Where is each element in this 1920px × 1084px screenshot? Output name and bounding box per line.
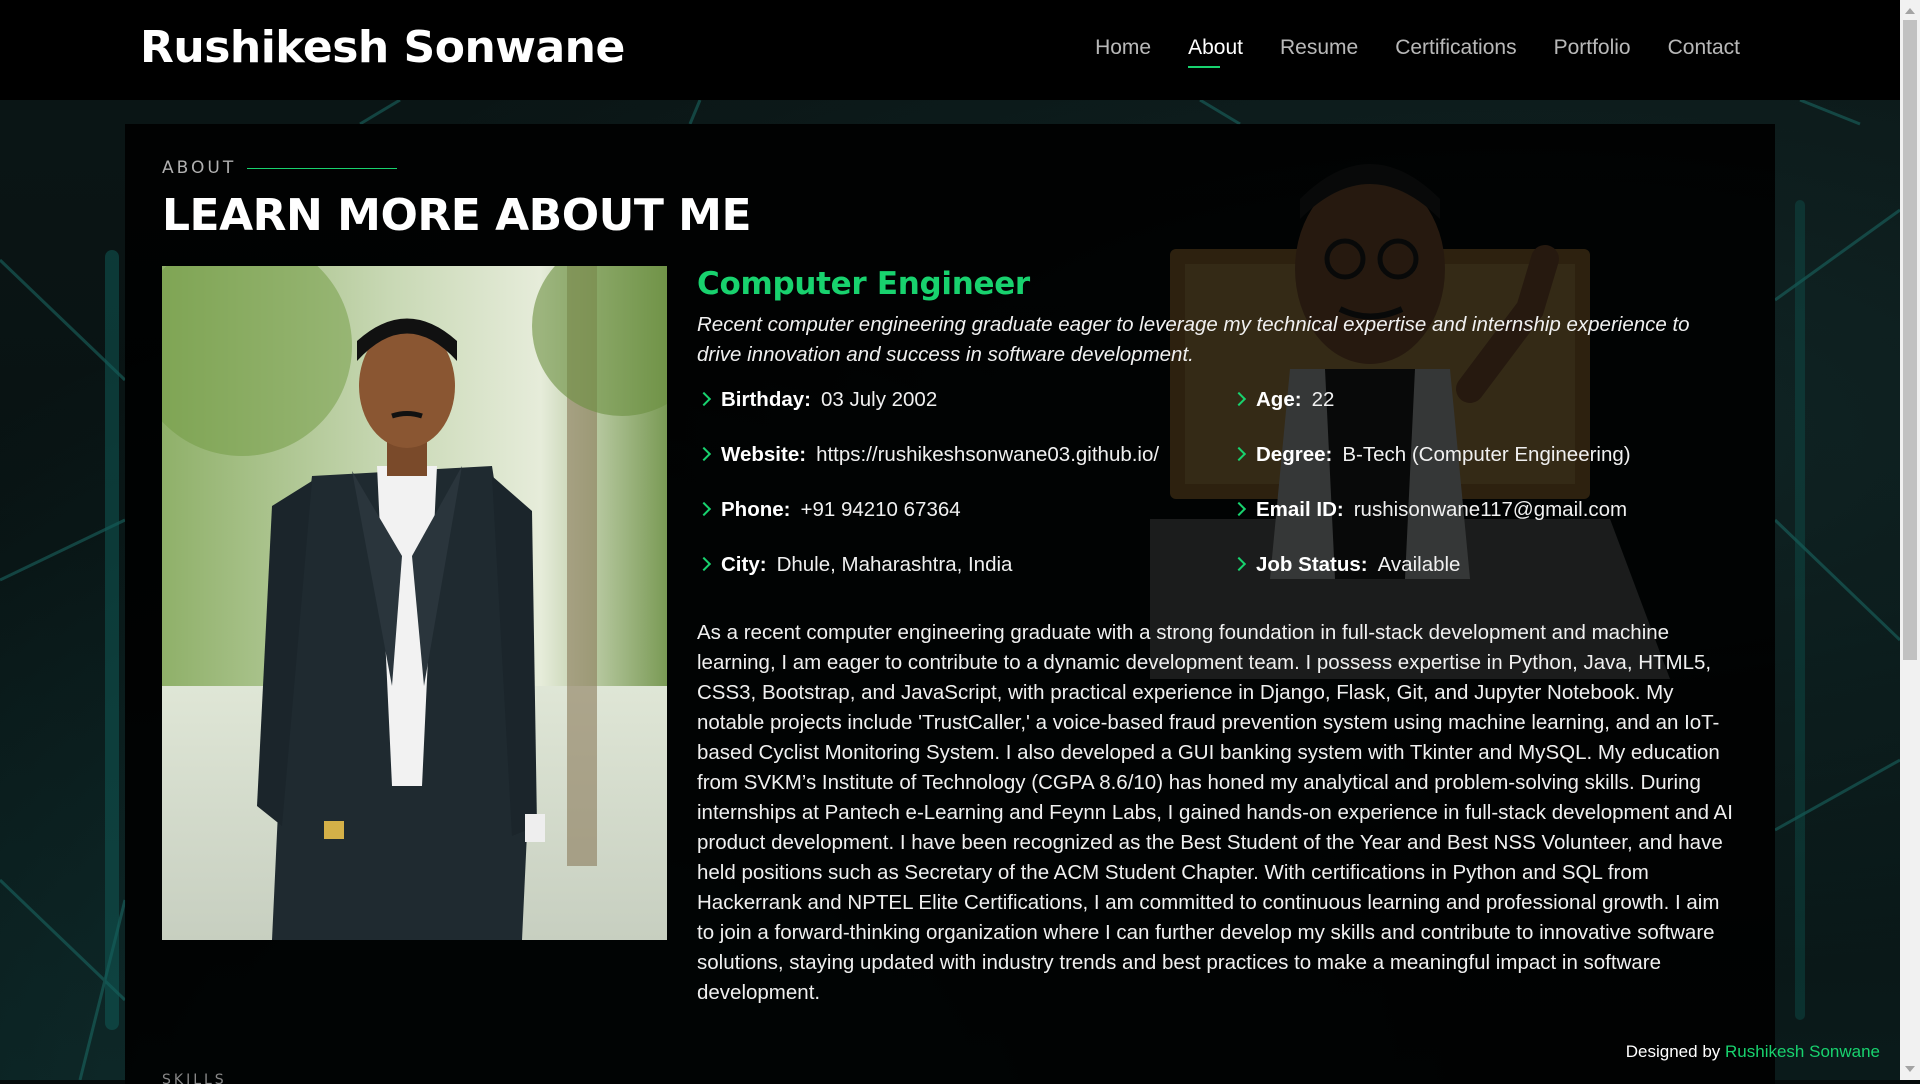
chevron-right-icon bbox=[697, 557, 711, 571]
fact-age-key: Age: bbox=[1256, 388, 1302, 411]
fact-degree: Degree: B-Tech (Computer Engineering) bbox=[1232, 443, 1631, 467]
fact-phone-key: Phone: bbox=[721, 498, 790, 521]
fact-birthday-value: 03 July 2002 bbox=[821, 388, 937, 411]
tagline: Recent computer engineering graduate eag… bbox=[697, 310, 1722, 370]
scrollbar-thumb[interactable] bbox=[1903, 20, 1917, 660]
nav-about[interactable]: About bbox=[1188, 36, 1243, 60]
fact-email-key: Email ID: bbox=[1256, 498, 1344, 521]
fact-website-key: Website: bbox=[721, 443, 806, 466]
fact-degree-key: Degree: bbox=[1256, 443, 1332, 466]
fact-email: Email ID: rushisonwane117@gmail.com bbox=[1232, 498, 1627, 522]
fact-city: City: Dhule, Maharashtra, India bbox=[697, 553, 1012, 577]
nav-home[interactable]: Home bbox=[1095, 36, 1151, 60]
fact-website: Website: https://rushikeshsonwane03.githu… bbox=[697, 443, 1159, 467]
fact-age: Age: 22 bbox=[1232, 388, 1334, 412]
chevron-right-icon bbox=[1232, 502, 1246, 516]
footer-prefix: Designed by bbox=[1626, 1042, 1721, 1061]
fact-website-value[interactable]: https://rushikeshsonwane03.github.io/ bbox=[816, 443, 1159, 466]
nav-portfolio[interactable]: Portfolio bbox=[1554, 36, 1631, 60]
nav-contact[interactable]: Contact bbox=[1668, 36, 1740, 60]
site-header: Rushikesh Sonwane Home About Resume Cert… bbox=[0, 0, 1900, 100]
chevron-right-icon bbox=[697, 447, 711, 461]
scroll-up-arrow-icon[interactable] bbox=[1905, 8, 1915, 14]
chevron-right-icon bbox=[1232, 557, 1246, 571]
role-title: Computer Engineer bbox=[697, 266, 1737, 302]
profile-photo bbox=[162, 266, 667, 940]
fact-phone: Phone: +91 94210 67364 bbox=[697, 498, 961, 522]
personal-details: Birthday: 03 July 2002 Age: 22 Website: htt… bbox=[697, 388, 1737, 618]
chevron-right-icon bbox=[1232, 447, 1246, 461]
nav-certifications[interactable]: Certifications bbox=[1395, 36, 1516, 60]
fact-job-status-value: Available bbox=[1378, 553, 1461, 576]
fact-email-value: rushisonwane117@gmail.com bbox=[1354, 498, 1627, 521]
section-title: LEARN MORE ABOUT ME bbox=[162, 190, 751, 241]
scroll-down-arrow-icon[interactable] bbox=[1905, 1066, 1915, 1072]
fact-city-value: Dhule, Maharashtra, India bbox=[777, 553, 1013, 576]
fact-job-status: Job Status: Available bbox=[1232, 553, 1460, 577]
fact-birthday: Birthday: 03 July 2002 bbox=[697, 388, 937, 412]
bio-paragraph: As a recent computer engineering graduat… bbox=[697, 618, 1742, 1008]
fact-birthday-key: Birthday: bbox=[721, 388, 811, 411]
fact-phone-value: +91 94210 67364 bbox=[800, 498, 960, 521]
footer-credit: Designed by Rushikesh Sonwane bbox=[1626, 1042, 1880, 1062]
chevron-right-icon bbox=[1232, 392, 1246, 406]
about-section: ABOUT LEARN MORE ABOUT ME bbox=[125, 124, 1775, 1084]
chevron-right-icon bbox=[697, 502, 711, 516]
section-label: ABOUT bbox=[162, 158, 236, 178]
main-nav: Home About Resume Certifications Portfol… bbox=[1058, 36, 1740, 60]
section-label-underline bbox=[247, 168, 397, 169]
next-section-label: SKILLS bbox=[162, 1072, 227, 1084]
about-content: Computer Engineer Recent computer engine… bbox=[697, 266, 1737, 1008]
nav-resume[interactable]: Resume bbox=[1280, 36, 1358, 60]
chevron-right-icon bbox=[697, 392, 711, 406]
site-title[interactable]: Rushikesh Sonwane bbox=[140, 22, 625, 73]
fact-age-value: 22 bbox=[1312, 388, 1335, 411]
fact-job-status-key: Job Status: bbox=[1256, 553, 1368, 576]
fact-city-key: City: bbox=[721, 553, 767, 576]
fact-degree-value: B-Tech (Computer Engineering) bbox=[1342, 443, 1630, 466]
footer-author-link[interactable]: Rushikesh Sonwane bbox=[1725, 1042, 1880, 1061]
page-scrollbar[interactable] bbox=[1900, 0, 1920, 1080]
